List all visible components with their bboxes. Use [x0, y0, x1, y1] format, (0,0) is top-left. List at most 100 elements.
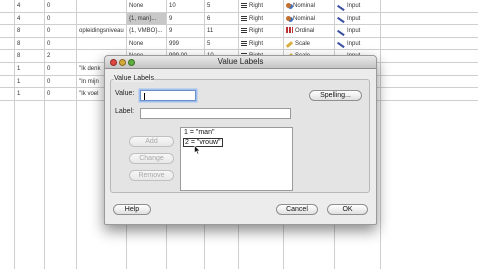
list-item-selected[interactable]: 2 = "vrouw": [183, 138, 223, 147]
cell-text: 0: [47, 3, 51, 9]
ordinal-icon: [286, 27, 293, 34]
cell-text: None: [129, 3, 144, 9]
cell-text: "In mijn: [79, 78, 99, 85]
cell-text: Scale: [295, 40, 311, 47]
table-row[interactable]: 8 0 None 999 5 Right Scale Input: [0, 38, 478, 51]
nominal-icon: [286, 15, 291, 21]
mouse-pointer-icon: [194, 145, 201, 155]
cell-text: 8: [17, 53, 21, 60]
cell-text: 4: [17, 3, 21, 9]
table-cell[interactable]: 8: [15, 38, 44, 51]
cell-text: 11: [207, 28, 214, 35]
table-cell[interactable]: 0: [45, 76, 76, 89]
cell-text: Nominal: [293, 3, 316, 9]
table-cell[interactable]: 2: [45, 50, 76, 63]
table-cell[interactable]: {1, man}...: [127, 12, 166, 26]
table-cell[interactable]: Input: [335, 25, 380, 38]
table-cell[interactable]: Right: [239, 25, 283, 38]
table-cell[interactable]: 11: [205, 25, 238, 38]
cell-text: 5: [207, 3, 211, 9]
table-cell[interactable]: 10: [167, 0, 204, 13]
help-button[interactable]: Help: [113, 204, 151, 215]
table-cell[interactable]: 8: [15, 25, 44, 38]
cell-text: 9: [169, 15, 173, 22]
table-cell[interactable]: None: [127, 0, 166, 13]
table-cell[interactable]: [77, 38, 126, 51]
table-cell[interactable]: opleidingsniveau: [77, 25, 126, 38]
input-role-icon: [337, 29, 345, 36]
cell-text: 0: [47, 15, 51, 22]
cell-text: Right: [249, 28, 264, 35]
scale-icon: [285, 40, 294, 48]
table-cell[interactable]: 999: [167, 38, 204, 51]
nominal-icon: [286, 3, 291, 8]
list-item[interactable]: 1 = "man": [183, 129, 215, 136]
cell-text: 1: [17, 91, 21, 98]
table-cell[interactable]: [77, 13, 126, 26]
table-cell[interactable]: 8: [15, 50, 44, 63]
table-cell[interactable]: [77, 0, 126, 13]
table-cell[interactable]: 6: [205, 13, 238, 26]
input-role-icon: [337, 42, 345, 48]
cell-text: Input: [347, 15, 361, 22]
cell-text: "Ik voel: [79, 91, 99, 98]
label-field-label: Label:: [115, 108, 135, 115]
cell-text: "Ik denk: [79, 66, 101, 72]
cell-text: 1: [17, 78, 21, 85]
align-right-icon: [241, 15, 247, 21]
table-cell[interactable]: Scale: [284, 38, 334, 51]
table-cell[interactable]: 0: [45, 63, 76, 76]
table-cell[interactable]: 9: [167, 13, 204, 26]
table-cell[interactable]: Right: [239, 13, 283, 26]
remove-button[interactable]: Remove: [129, 170, 174, 181]
table-cell[interactable]: 0: [45, 88, 76, 101]
table-cell[interactable]: Nominal: [284, 13, 334, 26]
table-row[interactable]: 4 0 {1, man}... 9 6 Right Nominal Input: [0, 12, 478, 26]
spelling-button[interactable]: Spelling...: [309, 90, 362, 101]
value-input[interactable]: [140, 90, 196, 101]
ok-button[interactable]: OK: [327, 204, 368, 215]
cell-text: Input: [347, 40, 361, 47]
table-cell[interactable]: Ordinal: [284, 25, 334, 38]
table-cell[interactable]: 9: [167, 25, 204, 38]
table-cell[interactable]: Input: [335, 13, 380, 26]
table-cell[interactable]: None: [127, 38, 166, 51]
table-cell[interactable]: 5: [205, 0, 238, 13]
cell-text: {1, VMBO}...: [129, 28, 163, 35]
cancel-button[interactable]: Cancel: [276, 204, 318, 215]
align-right-icon: [241, 28, 247, 34]
cell-text: opleidingsniveau: [79, 28, 124, 35]
table-cell[interactable]: Right: [239, 38, 283, 51]
table-cell[interactable]: {1, VMBO}...: [127, 25, 166, 38]
table-cell[interactable]: Nominal: [284, 0, 334, 13]
table-cell[interactable]: 0: [45, 38, 76, 51]
change-button[interactable]: Change: [129, 153, 174, 164]
value-labels-list[interactable]: 1 = "man" 2 = "vrouw": [180, 127, 293, 191]
table-cell[interactable]: 0: [45, 0, 76, 13]
cell-text: Nominal: [293, 15, 316, 22]
cell-text: Input: [347, 28, 361, 35]
table-cell[interactable]: 1: [15, 63, 44, 76]
add-button[interactable]: Add: [129, 136, 174, 147]
table-cell[interactable]: 0: [45, 25, 76, 38]
table-cell[interactable]: 1: [15, 88, 44, 101]
align-right-icon: [241, 3, 247, 8]
cell-text: 6: [207, 15, 211, 22]
table-cell[interactable]: 4: [15, 13, 44, 26]
cell-text: Right: [249, 15, 264, 22]
table-row[interactable]: 4 0 None 10 5 Right Nominal Input: [0, 0, 478, 13]
table-row[interactable]: 8 0 opleidingsniveau {1, VMBO}... 9 11 Right Or…: [0, 25, 478, 38]
table-cell[interactable]: Input: [335, 38, 380, 51]
table-cell[interactable]: 4: [15, 0, 44, 13]
cell-text: 0: [47, 28, 51, 35]
input-role-icon: [337, 4, 345, 11]
table-cell[interactable]: 5: [205, 38, 238, 51]
table-cell[interactable]: Input: [335, 0, 380, 13]
table-cell[interactable]: Right: [239, 0, 283, 13]
label-input[interactable]: [140, 108, 291, 119]
dialog-title: Value Labels: [217, 57, 264, 66]
table-cell[interactable]: 1: [15, 76, 44, 89]
table-cell[interactable]: 0: [45, 13, 76, 26]
dialog-titlebar[interactable]: Value Labels: [105, 56, 376, 69]
cell-text: 5: [207, 40, 211, 47]
